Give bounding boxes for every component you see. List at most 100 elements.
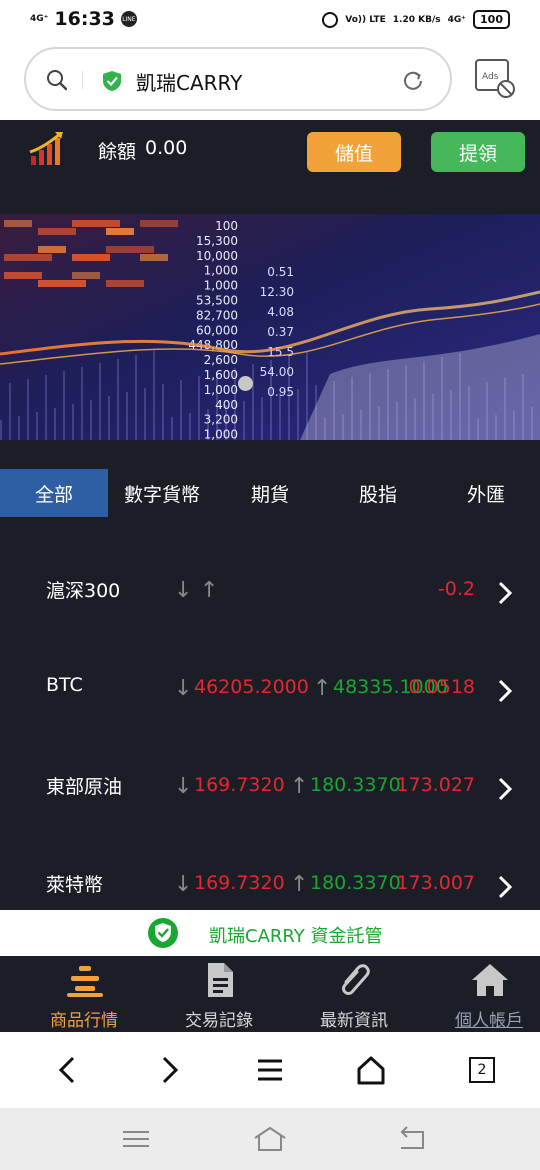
banner-volume-bar	[297, 389, 299, 440]
up-arrow-icon: ↑	[313, 676, 332, 701]
banner-ticker-number: 1,600	[204, 368, 238, 382]
banner-volume-bar	[243, 401, 245, 440]
banner-image[interactable]: 100 15,300 10,000 1,000 1,000 53,500 82,700 60,…	[0, 214, 540, 440]
market-low: 46205.2000	[194, 676, 309, 698]
app-bottom-nav: 商品行情 交易記錄 最新資訊 個人帳戶	[0, 956, 540, 1032]
market-name: BTC	[46, 674, 83, 696]
banner-volume-bar	[27, 379, 29, 440]
nav-label: 商品行情	[50, 1011, 118, 1031]
trend-logo-icon	[29, 132, 63, 165]
banner-glow-block	[4, 220, 32, 227]
tab-futures[interactable]: 期貨	[216, 469, 324, 517]
status-right: Vo)) LTE 1.20 KB/s 4G⁺ 100	[322, 10, 510, 29]
network-speed: 1.20 KB/s	[392, 14, 441, 25]
banner-glow-block	[38, 228, 76, 235]
ad-block-icon[interactable]: Ads	[474, 58, 516, 100]
banner-volume-bar	[189, 413, 191, 440]
banner-volume-bar	[63, 371, 65, 440]
deposit-button[interactable]: 儲值	[307, 132, 401, 172]
market-stack-icon	[67, 966, 103, 997]
menu-icon[interactable]	[254, 1054, 286, 1086]
market-low: 169.7320	[194, 872, 285, 894]
tab-crypto[interactable]: 數字貨幣	[108, 469, 216, 517]
banner-volume-bar	[198, 376, 200, 440]
banner-glow-block	[140, 220, 178, 227]
banner-ticker-number: 2,600	[204, 353, 238, 367]
search-icon[interactable]	[46, 69, 68, 91]
down-arrow-icon: ↓	[174, 774, 193, 799]
secure-shield-icon	[103, 71, 121, 91]
withdraw-button[interactable]: 提領	[431, 132, 525, 172]
nav-account[interactable]: 個人帳戶	[427, 956, 540, 1032]
banner-volume-bar	[45, 375, 47, 440]
tab-forex[interactable]: 外匯	[432, 469, 540, 517]
market-change: 0.0518	[408, 676, 475, 698]
market-low: 169.7320	[194, 774, 285, 796]
system-home-icon[interactable]	[253, 1124, 287, 1154]
banner-price-number: 0.37	[267, 325, 294, 339]
alarm-icon	[322, 11, 339, 28]
banner-ticker-number: 1,000	[204, 279, 238, 293]
banner-volume-bar	[99, 363, 101, 440]
banner-price-number: 4.08	[267, 305, 294, 319]
market-change: 173.027	[396, 774, 475, 796]
chevron-right-icon[interactable]	[495, 580, 515, 606]
down-arrow-icon: ↓	[174, 676, 193, 701]
banner-volume-bar	[162, 384, 164, 440]
banner-volume-bar	[144, 388, 146, 440]
system-back-icon[interactable]	[395, 1124, 429, 1154]
banner-glow-block	[4, 254, 52, 261]
chevron-right-icon[interactable]	[495, 678, 515, 704]
forward-icon[interactable]	[153, 1054, 185, 1086]
banner-volume-bar	[261, 397, 263, 440]
banner-ticker-number: 82,700	[196, 308, 238, 322]
nav-market[interactable]: 商品行情	[22, 956, 135, 1032]
market-row[interactable]: 東部原油 ↓ 169.7320 ↑ 180.3370 173.027	[0, 736, 540, 834]
system-nav-bar	[0, 1108, 540, 1170]
volte-indicator: Vo)) LTE	[345, 14, 386, 25]
banner-glow-block	[38, 280, 86, 287]
banner-volume-bar	[180, 380, 182, 440]
paperclip-icon	[342, 964, 370, 995]
document-icon	[208, 963, 233, 997]
reload-icon[interactable]	[400, 68, 426, 94]
market-row[interactable]: 滬深300 ↓ ↑ -0.2	[0, 540, 540, 638]
banner-ticker-number: 1,000	[204, 264, 238, 278]
market-row[interactable]: BTC ↓ 46205.2000 ↑ 48335.1000 0.0518	[0, 638, 540, 736]
banner-price-number: 54.00	[260, 365, 294, 379]
carousel-dot[interactable]	[238, 376, 253, 391]
recent-apps-icon[interactable]	[119, 1124, 153, 1154]
back-icon[interactable]	[52, 1054, 84, 1086]
banner-glow-block	[72, 254, 110, 261]
nav-trade-records[interactable]: 交易記錄	[157, 956, 270, 1032]
stock-ticker-banner: 10015,30010,0001,0001,00053,50082,70060,…	[0, 214, 540, 440]
market-name: 萊特幣	[46, 874, 104, 896]
nav-latest-news[interactable]: 最新資訊	[292, 956, 405, 1032]
down-arrow-icon: ↓	[174, 872, 193, 897]
tab-all[interactable]: 全部	[0, 469, 108, 517]
tab-count-button[interactable]: 2	[469, 1057, 495, 1083]
fund-custody-banner: 凱瑞CARRY 資金託管	[0, 910, 540, 956]
banner-glow-block	[72, 220, 120, 227]
nav-label: 個人帳戶	[455, 1011, 523, 1031]
banner-glow-block	[106, 246, 154, 253]
status-time: 16:33	[54, 8, 115, 30]
nav-label: 交易記錄	[185, 1011, 253, 1031]
balance-label: 餘額	[98, 141, 137, 163]
address-bar[interactable]: 凱瑞CARRY	[24, 47, 452, 111]
banner-volume-bar	[252, 364, 254, 440]
category-tabs: 全部 數字貨幣 期貨 股指 外匯	[0, 469, 540, 517]
banner-ticker-number: 15,300	[196, 234, 238, 248]
chevron-right-icon[interactable]	[495, 874, 515, 900]
market-high: 180.3370	[310, 872, 401, 894]
line-app-icon: LINE	[120, 11, 137, 27]
tab-stock-index[interactable]: 股指	[324, 469, 432, 517]
banner-volume-bar	[108, 396, 110, 440]
home-icon	[472, 964, 508, 996]
status-left: 4G⁺ 16:33 LINE	[30, 8, 137, 30]
shield-check-icon	[148, 918, 178, 948]
chevron-right-icon[interactable]	[495, 776, 515, 802]
home-page-icon[interactable]	[355, 1054, 387, 1086]
banner-ticker-number: 1,000	[204, 428, 238, 440]
up-arrow-icon: ↑	[290, 872, 309, 897]
